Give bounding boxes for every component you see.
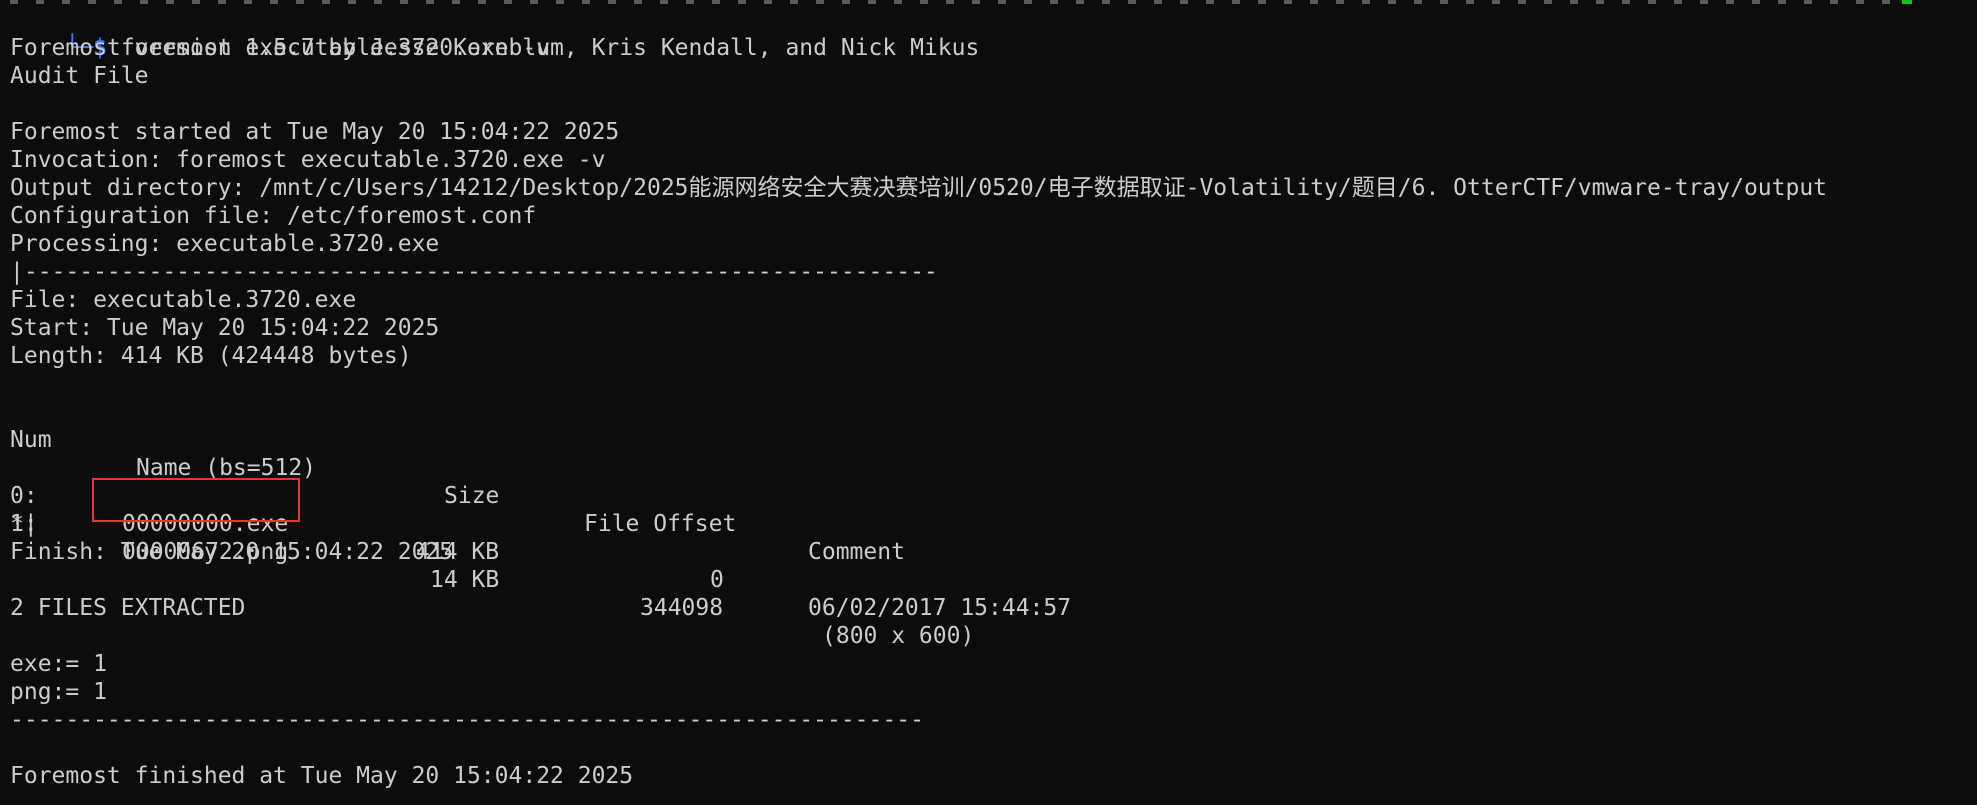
clipped-previous-prompt-line — [0, 0, 1977, 4]
output-directory-line: Output directory: /mnt/c/Users/14212/Des… — [10, 175, 1828, 201]
cursor-line: *| — [10, 511, 38, 537]
table-header: Num Name (bs=512) Size File Offset Comme… — [10, 398, 1010, 565]
config-file-line: Configuration file: /etc/foremost.conf — [10, 203, 537, 229]
row-offset: 0 — [710, 567, 724, 593]
highlight-annotation-box — [92, 478, 300, 522]
header-num: Num — [10, 427, 52, 453]
file-line: File: executable.3720.exe — [10, 287, 357, 313]
row-comment: (800 x 600) — [822, 623, 975, 649]
terminal-window[interactable]: └─$ foremost executable.3720.exe -v Fore… — [0, 0, 1977, 805]
png-count-line: png:= 1 — [10, 679, 107, 705]
row-offset: 344098 — [640, 595, 724, 621]
length-line: Length: 414 KB (424448 bytes) — [10, 343, 412, 369]
invocation-line: Invocation: foremost executable.3720.exe… — [10, 147, 606, 173]
processing-line: Processing: executable.3720.exe — [10, 231, 440, 257]
exe-count-line: exe:= 1 — [10, 651, 107, 677]
separator-bottom: ----------------------------------------… — [10, 707, 924, 733]
started-line: Foremost started at Tue May 20 15:04:22 … — [10, 119, 620, 145]
finished-line: Foremost finished at Tue May 20 15:04:22… — [10, 763, 634, 789]
finish-line: Finish: Tue May 20 15:04:22 2025 — [10, 539, 454, 565]
header-comment: Comment — [808, 539, 905, 565]
row-comment: 06/02/2017 15:44:57 — [808, 595, 1072, 621]
files-extracted-line: 2 FILES EXTRACTED — [10, 595, 246, 621]
header-offset: File Offset — [584, 511, 737, 537]
audit-line: Audit File — [10, 63, 149, 89]
version-line: Foremost version 1.5.7 by Jesse Kornblum… — [10, 35, 980, 61]
row-size: 14 KB — [430, 567, 500, 593]
prompt-line: └─$ foremost executable.3720.exe -v — [10, 6, 550, 61]
start-line: Start: Tue May 20 15:04:22 2025 — [10, 315, 440, 341]
separator-top: |---------------------------------------… — [10, 259, 938, 285]
